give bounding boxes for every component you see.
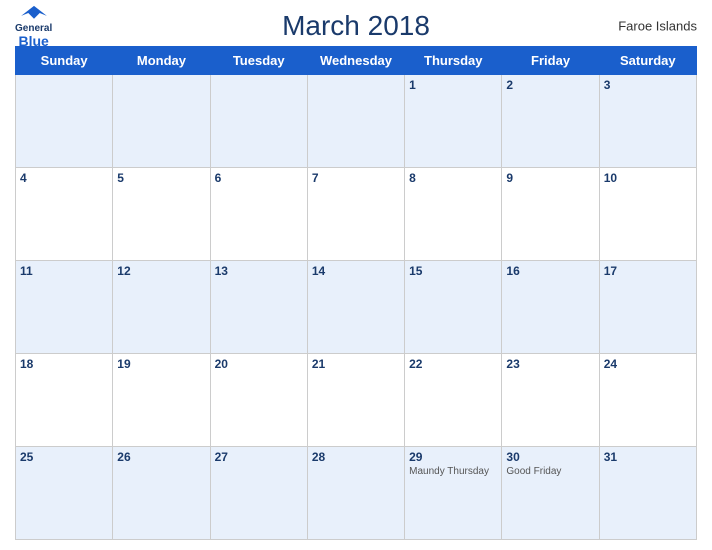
day-number: 6 (215, 171, 303, 185)
day-number: 28 (312, 450, 400, 464)
generalblue-logo: General Blue (15, 3, 52, 49)
header-monday: Monday (113, 47, 210, 75)
table-row: 21 (307, 354, 404, 447)
day-number: 15 (409, 264, 497, 278)
days-header-row: Sunday Monday Tuesday Wednesday Thursday… (16, 47, 697, 75)
region-label: Faroe Islands (618, 19, 697, 34)
logo-bird-icon (19, 3, 49, 23)
table-row: 9 (502, 168, 599, 261)
holiday-label: Maundy Thursday (409, 466, 497, 477)
table-row: 20 (210, 354, 307, 447)
day-number: 16 (506, 264, 594, 278)
day-number: 22 (409, 357, 497, 371)
calendar-body: 1234567891011121314151617181920212223242… (16, 75, 697, 540)
table-row: 17 (599, 261, 696, 354)
table-row: 31 (599, 447, 696, 540)
table-row: 5 (113, 168, 210, 261)
day-number: 7 (312, 171, 400, 185)
table-row: 28 (307, 447, 404, 540)
table-row: 7 (307, 168, 404, 261)
calendar-week-row: 25 26 27 28 29 Maundy Thursday 30 Good Friday 31 (16, 447, 697, 540)
table-row (16, 75, 113, 168)
calendar-title: March 2018 (282, 10, 430, 42)
day-number: 24 (604, 357, 692, 371)
table-row: 8 (405, 168, 502, 261)
table-row: 19 (113, 354, 210, 447)
table-row: 6 (210, 168, 307, 261)
day-number: 25 (20, 450, 108, 464)
day-number: 14 (312, 264, 400, 278)
day-number: 11 (20, 264, 108, 278)
table-row: 16 (502, 261, 599, 354)
table-row: 15 (405, 261, 502, 354)
table-row: 26 (113, 447, 210, 540)
table-row: 4 (16, 168, 113, 261)
header-saturday: Saturday (599, 47, 696, 75)
day-number: 1 (409, 78, 497, 92)
day-number: 2 (506, 78, 594, 92)
day-number: 29 (409, 450, 497, 464)
day-number: 27 (215, 450, 303, 464)
day-number: 23 (506, 357, 594, 371)
table-row: 10 (599, 168, 696, 261)
header-thursday: Thursday (405, 47, 502, 75)
day-number: 4 (20, 171, 108, 185)
header-friday: Friday (502, 47, 599, 75)
table-row: 3 (599, 75, 696, 168)
calendar-week-row: 123 (16, 75, 697, 168)
table-row: 30 Good Friday (502, 447, 599, 540)
table-row: 29 Maundy Thursday (405, 447, 502, 540)
calendar-header: General Blue March 2018 Faroe Islands (15, 10, 697, 42)
table-row: 25 (16, 447, 113, 540)
logo-blue: Blue (18, 34, 48, 49)
day-number: 31 (604, 450, 692, 464)
table-row: 27 (210, 447, 307, 540)
day-number: 17 (604, 264, 692, 278)
day-number: 13 (215, 264, 303, 278)
table-row: 14 (307, 261, 404, 354)
header-sunday: Sunday (16, 47, 113, 75)
day-number: 5 (117, 171, 205, 185)
day-number: 3 (604, 78, 692, 92)
table-row: 22 (405, 354, 502, 447)
table-row: 18 (16, 354, 113, 447)
table-row: 13 (210, 261, 307, 354)
table-row: 11 (16, 261, 113, 354)
day-number: 18 (20, 357, 108, 371)
table-row: 23 (502, 354, 599, 447)
table-row: 12 (113, 261, 210, 354)
day-number: 9 (506, 171, 594, 185)
holiday-label: Good Friday (506, 466, 594, 477)
table-row: 1 (405, 75, 502, 168)
calendar-table: Sunday Monday Tuesday Wednesday Thursday… (15, 46, 697, 540)
day-number: 21 (312, 357, 400, 371)
day-number: 20 (215, 357, 303, 371)
header-tuesday: Tuesday (210, 47, 307, 75)
calendar-week-row: 11 12 13 14 15 16 17 (16, 261, 697, 354)
table-row: 24 (599, 354, 696, 447)
day-number: 19 (117, 357, 205, 371)
table-row (113, 75, 210, 168)
day-number: 26 (117, 450, 205, 464)
day-number: 8 (409, 171, 497, 185)
calendar-week-row: 18 19 20 21 22 23 24 (16, 354, 697, 447)
table-row: 2 (502, 75, 599, 168)
header-wednesday: Wednesday (307, 47, 404, 75)
day-number: 12 (117, 264, 205, 278)
day-number: 30 (506, 450, 594, 464)
table-row (210, 75, 307, 168)
day-number: 10 (604, 171, 692, 185)
table-row (307, 75, 404, 168)
calendar-week-row: 456789 10 (16, 168, 697, 261)
